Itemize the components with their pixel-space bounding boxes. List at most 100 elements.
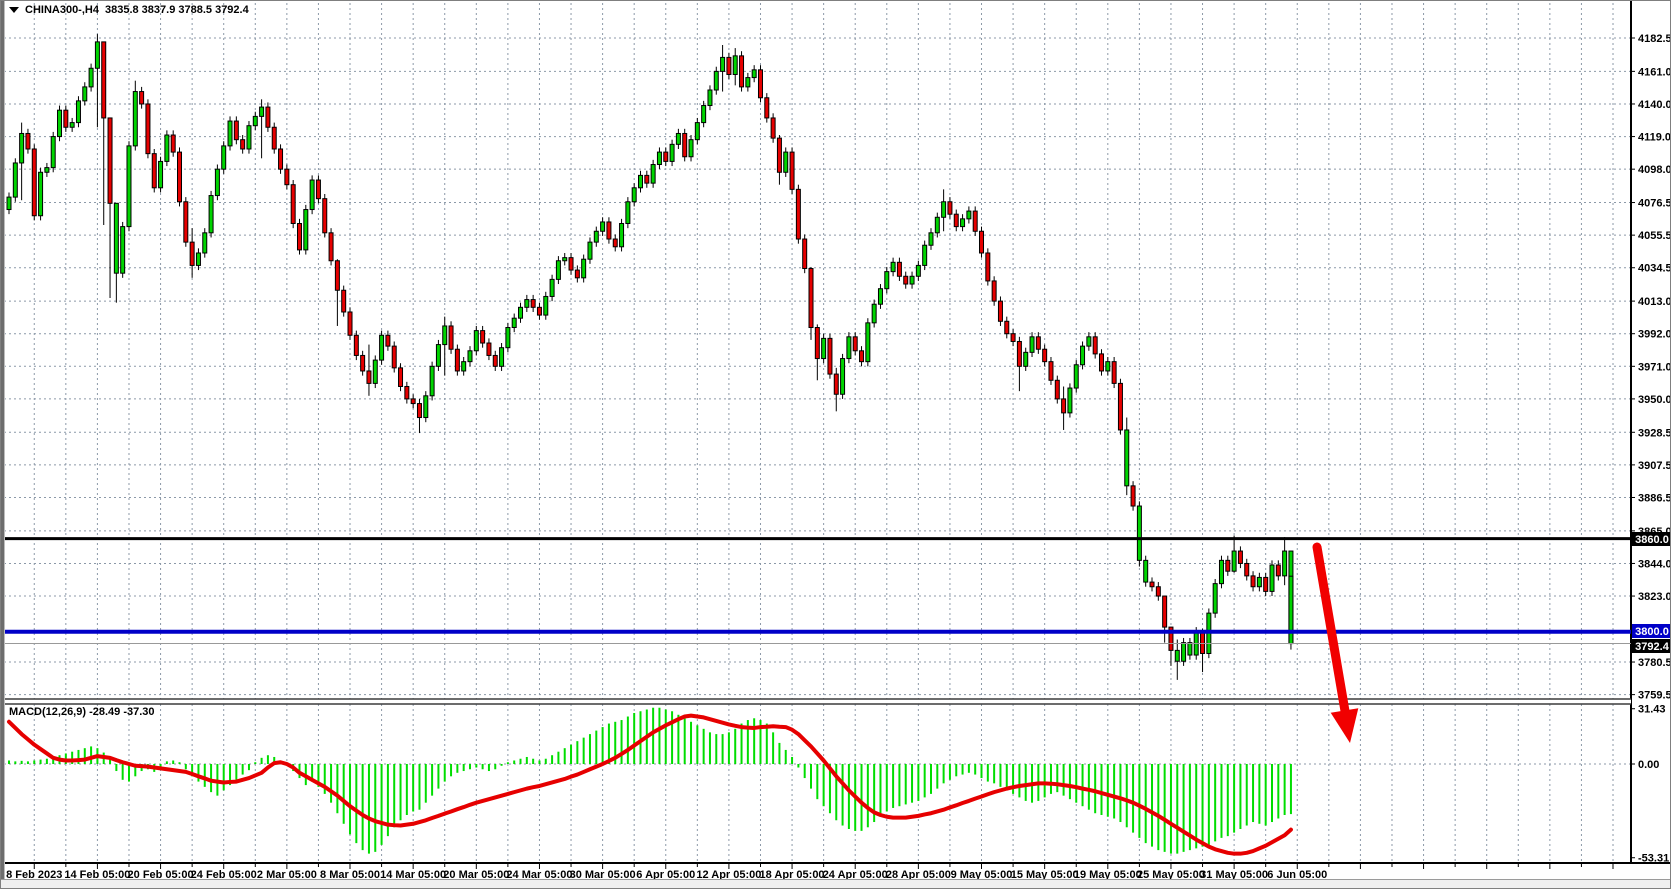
candle-bear	[575, 270, 579, 278]
candle-bull	[847, 337, 851, 359]
candle-bear	[487, 343, 491, 355]
candle-bear	[809, 269, 813, 328]
candle-bear	[1005, 321, 1009, 333]
macd-indicator-label: MACD(12,26,9) -28.49 -37.30	[9, 706, 155, 718]
candle-bull	[373, 360, 377, 383]
candle-bear	[777, 138, 781, 172]
candle-bear	[815, 328, 819, 359]
candle-bull	[436, 345, 440, 367]
candle-bull	[45, 168, 49, 173]
candle-bull	[1175, 650, 1179, 661]
candle-bull	[196, 253, 200, 265]
trend-arrow-head[interactable]	[1331, 708, 1359, 743]
candle-bear	[897, 262, 901, 276]
candle-bear	[1043, 349, 1047, 361]
price-axis-label: 3992.0	[1638, 329, 1671, 341]
candle-bear	[1264, 577, 1268, 591]
candle-bear	[266, 107, 270, 127]
candle-bull	[159, 161, 163, 187]
candle-bear	[411, 399, 415, 404]
candle-bull	[1219, 560, 1223, 583]
candle-bull	[380, 335, 384, 360]
candle-bear	[834, 374, 838, 394]
candle-bear	[285, 169, 289, 185]
candle-bear	[986, 253, 990, 281]
candle-bull	[253, 116, 257, 125]
candle-bull	[639, 175, 643, 187]
price-axis-label: 3844.0	[1638, 558, 1671, 570]
candles-layer	[7, 34, 1293, 680]
price-chart[interactable]: 4182.54161.04140.04119.04098.04076.54055…	[1, 1, 1671, 889]
candle-bull	[133, 92, 137, 146]
candle-bear	[992, 281, 996, 301]
candle-bear	[335, 261, 339, 290]
candle-bull	[878, 289, 882, 305]
price-axis-label: 4098.0	[1638, 164, 1671, 176]
candle-bear	[1276, 565, 1280, 576]
candle-bull	[563, 258, 567, 261]
candle-bear	[140, 92, 144, 104]
candle-bull	[689, 140, 693, 157]
candle-bear	[1011, 334, 1015, 342]
candle-bull	[1144, 560, 1148, 582]
candle-bull	[657, 152, 661, 164]
candle-bear	[26, 133, 30, 149]
candle-bear	[272, 127, 276, 149]
candle-bear	[361, 355, 365, 371]
candle-bear	[146, 104, 150, 154]
candle-bear	[178, 152, 182, 202]
candle-bull	[891, 262, 895, 271]
candle-bear	[329, 233, 333, 261]
candle-bull	[1074, 365, 1078, 388]
candle-bull	[95, 42, 99, 68]
candle-bull	[114, 203, 118, 273]
candle-bull	[121, 227, 125, 274]
candle-bull	[714, 71, 718, 90]
candle-bull	[822, 338, 826, 358]
price-axis-label: 4055.5	[1638, 230, 1671, 242]
window-left-edge	[1, 1, 5, 889]
price-badge-label: 3800.0	[1635, 626, 1669, 638]
candle-bull	[7, 197, 11, 209]
candle-bear	[1062, 399, 1066, 413]
candle-bear	[1150, 582, 1154, 587]
candle-bull	[76, 101, 80, 123]
candle-bear	[234, 121, 238, 140]
candle-bull	[500, 348, 504, 367]
candle-bull	[260, 107, 264, 116]
price-axis-label: 3759.5	[1638, 690, 1671, 702]
candle-bear	[405, 386, 409, 398]
chevron-down-icon[interactable]	[9, 7, 19, 13]
candle-bull	[51, 137, 55, 168]
candle-bull	[83, 87, 87, 101]
candle-bull	[13, 163, 17, 197]
price-axis-label: 4182.5	[1638, 33, 1671, 45]
candle-bull	[310, 180, 314, 209]
candle-bull	[784, 152, 788, 172]
candle-bull	[39, 172, 43, 215]
candle-bear	[758, 70, 762, 98]
candle-bear	[1093, 337, 1097, 354]
candle-bear	[904, 276, 908, 284]
price-axis-label: 3950.0	[1638, 394, 1671, 406]
trend-arrow-shaft[interactable]	[1317, 547, 1345, 711]
candle-bull	[304, 210, 308, 250]
candle-bear	[954, 214, 958, 226]
candle-bull	[247, 126, 251, 149]
macd-layer	[4, 708, 1631, 854]
candle-bear	[1036, 337, 1040, 349]
candle-bear	[152, 154, 156, 188]
candle-bull	[1024, 352, 1028, 366]
candle-bear	[279, 149, 283, 169]
candle-bear	[1245, 563, 1249, 575]
candle-bear	[417, 404, 421, 418]
candle-bear	[607, 222, 611, 239]
candle-bear	[184, 202, 188, 242]
candle-bull	[525, 300, 529, 308]
ohlc-readout: 3835.8 3837.9 3788.5 3792.4	[105, 4, 249, 16]
candle-bull	[866, 323, 870, 362]
candle-bull	[1087, 337, 1091, 346]
axis-layer[interactable]: 4182.54161.04140.04119.04098.04076.54055…	[1, 1, 1671, 881]
candle-bull	[935, 217, 939, 233]
candle-bull	[916, 265, 920, 276]
